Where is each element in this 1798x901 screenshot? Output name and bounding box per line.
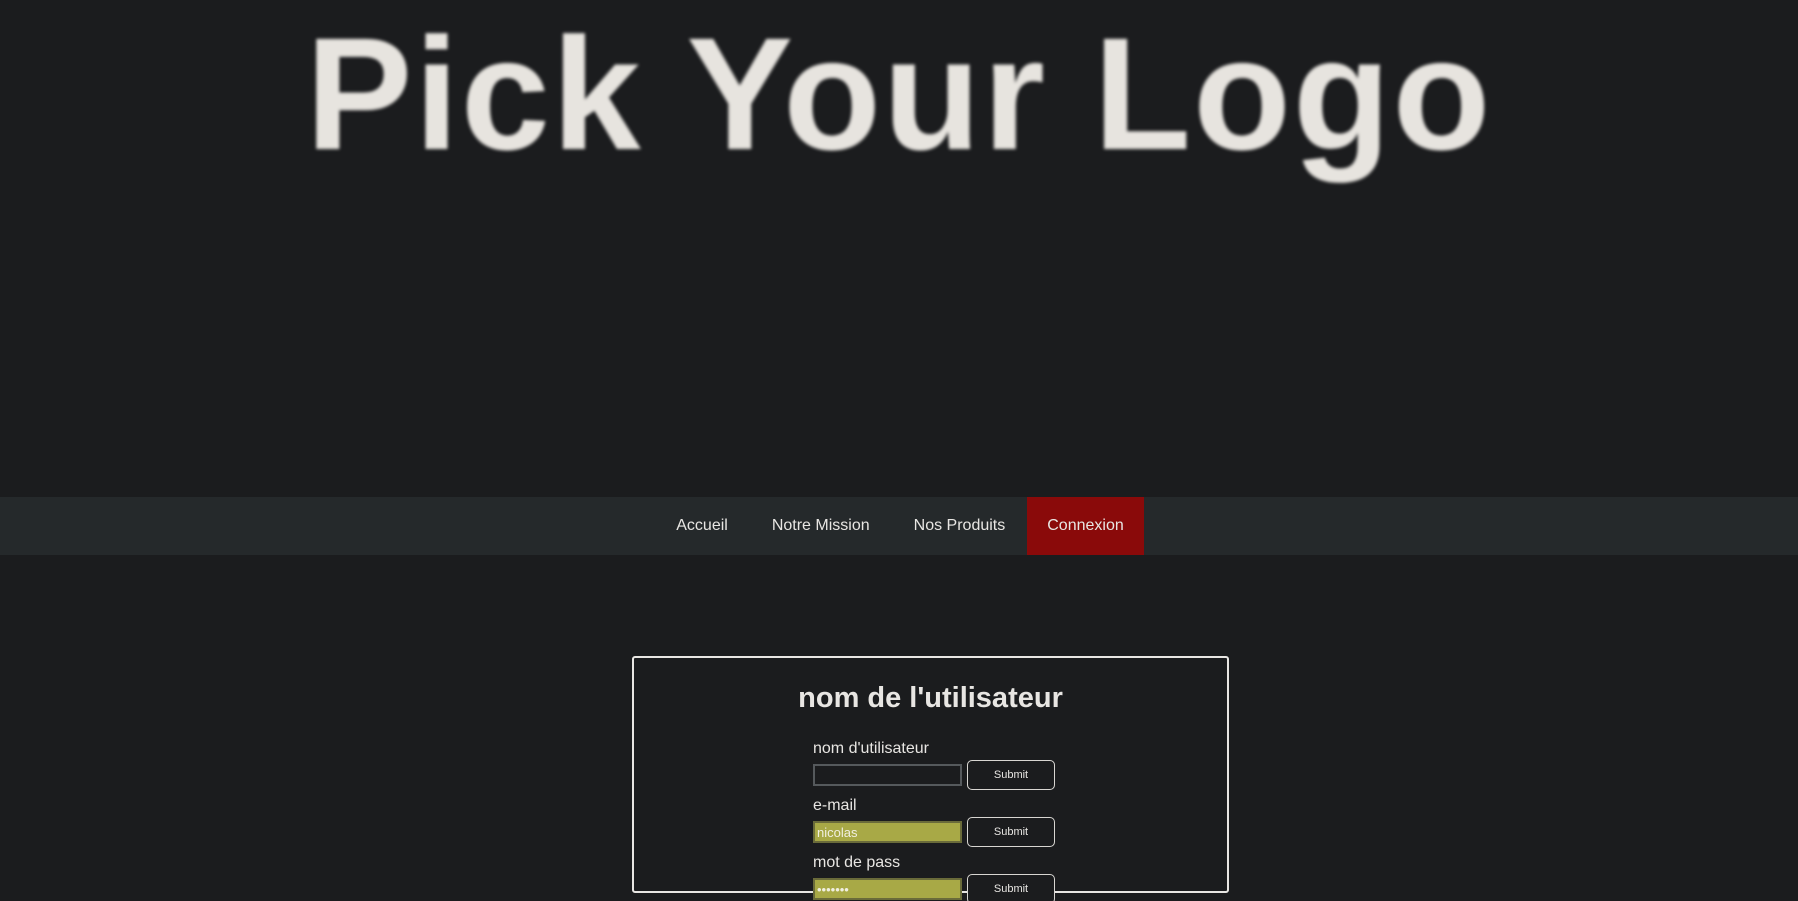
- password-input[interactable]: [813, 878, 962, 900]
- login-card: nom de l'utilisateur nom d'utilisateur S…: [632, 656, 1229, 901]
- username-field-group: nom d'utilisateur Submit: [813, 740, 1063, 790]
- username-submit-button[interactable]: Submit: [967, 760, 1055, 790]
- email-field-group: e-mail Submit: [813, 797, 1063, 847]
- password-field-group: mot de pass Submit: [813, 854, 1063, 901]
- username-row: Submit: [813, 760, 1063, 790]
- email-submit-button[interactable]: Submit: [967, 817, 1055, 847]
- password-submit-button[interactable]: Submit: [967, 874, 1055, 901]
- nav-item-nos-produits[interactable]: Nos Produits: [892, 497, 1028, 555]
- main-nav: Accueil Notre Mission Nos Produits Conne…: [0, 497, 1798, 555]
- site-logo: Pick Your Logo: [0, 0, 1798, 497]
- nav-item-notre-mission[interactable]: Notre Mission: [750, 497, 892, 555]
- password-row: Submit: [813, 874, 1063, 901]
- email-row: Submit: [813, 817, 1063, 847]
- email-input[interactable]: [813, 821, 962, 843]
- card-title: nom de l'utilisateur: [798, 682, 1063, 714]
- password-label: mot de pass: [813, 854, 901, 871]
- login-form: nom d'utilisateur Submit e-mail Submit m…: [813, 740, 1063, 901]
- nav-item-connexion[interactable]: Connexion: [1027, 497, 1144, 555]
- nav-item-accueil[interactable]: Accueil: [654, 497, 750, 555]
- logo-text: Pick Your Logo: [305, 4, 1493, 183]
- page: Pick Your Logo Accueil Notre Mission Nos…: [0, 0, 1798, 901]
- username-label: nom d'utilisateur: [813, 740, 929, 757]
- email-label: e-mail: [813, 797, 857, 814]
- username-input[interactable]: [813, 764, 962, 786]
